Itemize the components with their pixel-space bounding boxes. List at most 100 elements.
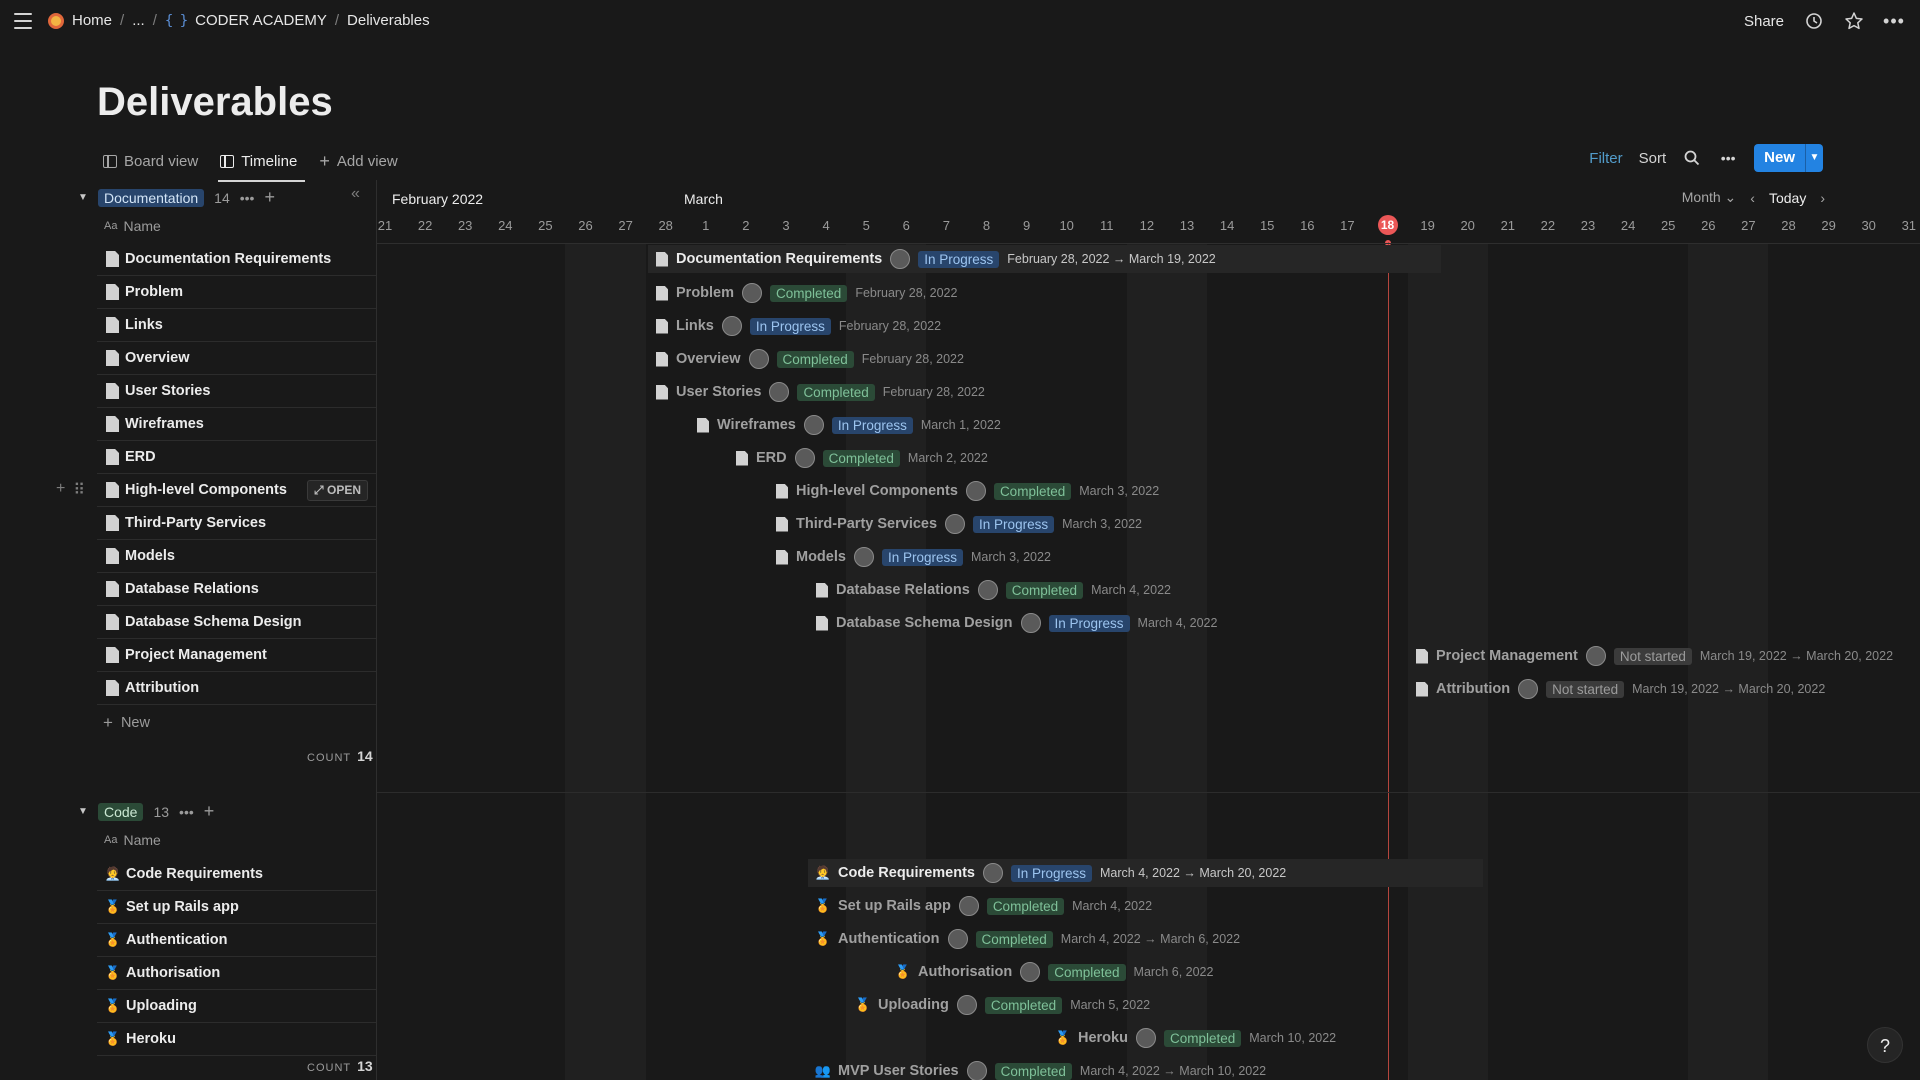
bar-label: Database Relations bbox=[836, 582, 970, 598]
timeline-bar[interactable]: Database Schema Design In Progress March 4… bbox=[808, 609, 1217, 637]
timeline-bar[interactable]: 🏅 Authorisation Completed March 6, 2022 bbox=[888, 958, 1213, 986]
timeline-bar[interactable]: 🏅 Authentication Completed March 4, 2022 → … bbox=[808, 925, 1240, 953]
breadcrumb-current[interactable]: Deliverables bbox=[347, 12, 430, 29]
breadcrumb-ellipsis[interactable]: ... bbox=[132, 12, 145, 29]
day-label: 26 bbox=[1701, 218, 1716, 233]
timeline-bar[interactable]: 🏅 Set up Rails app Completed March 4, 2022 bbox=[808, 892, 1152, 920]
collapse-triangle-icon[interactable]: ▼ bbox=[78, 806, 88, 817]
timeline-bar[interactable]: Third-Party Services In Progress March 3, … bbox=[768, 510, 1142, 538]
status-badge: Completed bbox=[776, 350, 854, 368]
list-item[interactable]: High-level Components ⤢ OPEN bbox=[97, 474, 376, 507]
list-item[interactable]: Documentation Requirements bbox=[97, 243, 376, 276]
more-options-icon[interactable]: ••• bbox=[1883, 11, 1904, 31]
plus-icon: + bbox=[319, 150, 330, 171]
tab-board-view[interactable]: Board view bbox=[103, 146, 198, 176]
timeline-bar[interactable]: Documentation Requirements In Progress Feb… bbox=[648, 245, 1441, 273]
list-item[interactable]: Project Management bbox=[97, 639, 376, 672]
day-label: 23 bbox=[1580, 218, 1596, 233]
group-more-icon[interactable]: ••• bbox=[240, 190, 255, 206]
timeline-bar[interactable]: 🏅 Uploading Completed March 5, 2022 bbox=[848, 991, 1150, 1019]
timeline-bar[interactable]: Models In Progress March 3, 2022 bbox=[768, 543, 1051, 571]
list-item[interactable]: Attribution bbox=[97, 672, 376, 705]
avatar bbox=[890, 249, 911, 269]
share-button[interactable]: Share bbox=[1744, 13, 1784, 30]
timeline-bar[interactable]: 🏅 Heroku Completed March 10, 2022 bbox=[1048, 1024, 1336, 1052]
list-item[interactable]: Database Schema Design bbox=[97, 606, 376, 639]
timeline-header-divider bbox=[377, 243, 1920, 244]
timeline-bar[interactable]: User Stories Completed February 28, 2022 bbox=[648, 378, 985, 406]
list-item[interactable]: Models bbox=[97, 540, 376, 573]
list-item[interactable]: Wireframes bbox=[97, 408, 376, 441]
list-item[interactable]: Overview bbox=[97, 342, 376, 375]
add-view-button[interactable]: + Add view bbox=[319, 146, 397, 176]
list-item[interactable]: 🏅 Heroku bbox=[97, 1023, 376, 1056]
list-item[interactable]: 🏅 Uploading bbox=[97, 990, 376, 1023]
timeline-bar[interactable]: Wireframes In Progress March 1, 2022 bbox=[689, 411, 1001, 439]
group-more-icon[interactable]: ••• bbox=[179, 804, 194, 820]
list-item-label: High-level Components bbox=[125, 482, 287, 498]
drag-handle-icon[interactable]: ⠿ bbox=[73, 480, 85, 500]
group-add-icon[interactable]: + bbox=[264, 187, 275, 208]
list-item[interactable]: ERD bbox=[97, 441, 376, 474]
tab-timeline[interactable]: Timeline bbox=[218, 146, 306, 182]
add-row-icon[interactable]: + bbox=[56, 480, 65, 500]
help-button[interactable]: ? bbox=[1867, 1027, 1903, 1063]
search-icon[interactable] bbox=[1682, 148, 1702, 168]
timeline-bar[interactable]: Project Management Not started March 19, 2… bbox=[1408, 642, 1893, 670]
day-label: 4 bbox=[822, 218, 830, 233]
open-button[interactable]: ⤢ OPEN bbox=[307, 479, 368, 501]
list-item[interactable]: Third-Party Services bbox=[97, 507, 376, 540]
list-item[interactable]: Database Relations bbox=[97, 573, 376, 606]
avatar bbox=[1020, 613, 1041, 633]
collapse-panel-icon[interactable]: « bbox=[351, 185, 360, 203]
day-label: 20 bbox=[1460, 218, 1475, 233]
timeline-bar[interactable]: Problem Completed February 28, 2022 bbox=[648, 279, 957, 307]
timeline-bar[interactable]: High-level Components Completed March 3, 2… bbox=[768, 477, 1159, 505]
list-item[interactable]: 🏅 Authorisation bbox=[97, 957, 376, 990]
avatar bbox=[945, 514, 966, 534]
add-new-row-button[interactable]: + New bbox=[103, 713, 150, 733]
sort-button[interactable]: Sort bbox=[1639, 150, 1667, 167]
month-label-february: February 2022 bbox=[392, 191, 484, 207]
group-add-icon[interactable]: + bbox=[204, 801, 215, 822]
page-title: Deliverables bbox=[97, 80, 333, 124]
breadcrumb-home[interactable]: Home bbox=[72, 12, 112, 29]
timeline-bar[interactable]: Database Relations Completed March 4, 2022 bbox=[808, 576, 1171, 604]
bar-label: MVP User Stories bbox=[838, 1063, 959, 1079]
bar-label: Database Schema Design bbox=[836, 615, 1013, 631]
sidebar-menu-icon[interactable] bbox=[14, 13, 32, 29]
timeline-bar[interactable]: ERD Completed March 2, 2022 bbox=[728, 444, 988, 472]
scale-select[interactable]: Month ⌄ bbox=[1682, 189, 1737, 206]
new-button[interactable]: New ▼ bbox=[1754, 144, 1823, 172]
list-item[interactable]: 🏅 Authentication bbox=[97, 924, 376, 957]
avatar bbox=[958, 896, 979, 916]
list-item-label: Authorisation bbox=[126, 965, 221, 981]
filter-button[interactable]: Filter bbox=[1589, 150, 1622, 167]
collapse-triangle-icon[interactable]: ▼ bbox=[78, 192, 88, 203]
list-item[interactable]: 🧑‍💼 Code Requirements bbox=[97, 858, 376, 891]
timeline-bar[interactable]: 🧑‍💼 Code Requirements In Progress March 4, … bbox=[808, 859, 1483, 887]
list-item[interactable]: User Stories bbox=[97, 375, 376, 408]
list-item[interactable]: Links bbox=[97, 309, 376, 342]
view-more-icon[interactable]: ••• bbox=[1718, 148, 1738, 168]
today-button[interactable]: Today bbox=[1769, 190, 1806, 206]
chevron-down-icon[interactable]: ▼ bbox=[1805, 144, 1823, 172]
breadcrumb-workspace[interactable]: CODER ACADEMY bbox=[195, 12, 327, 29]
list-item[interactable]: 🏅 Set up Rails app bbox=[97, 891, 376, 924]
timeline-bar[interactable]: 👥 MVP User Stories Completed March 4, 2022 … bbox=[808, 1057, 1266, 1080]
day-label: 6 bbox=[902, 218, 910, 233]
bar-date: March 3, 2022 bbox=[1062, 517, 1142, 531]
day-label: 30 bbox=[1861, 218, 1876, 233]
list-item-label: Uploading bbox=[126, 998, 197, 1014]
history-clock-icon[interactable] bbox=[1804, 11, 1824, 31]
new-button-label[interactable]: New bbox=[1754, 144, 1805, 172]
item-icon: 🏅 bbox=[1054, 1030, 1072, 1045]
favorite-star-icon[interactable] bbox=[1844, 11, 1864, 31]
timeline-bar[interactable]: Overview Completed February 28, 2022 bbox=[648, 345, 964, 373]
list-item[interactable]: Problem bbox=[97, 276, 376, 309]
chevron-left-icon[interactable]: ‹ bbox=[1750, 190, 1755, 206]
status-badge: Completed bbox=[822, 449, 900, 467]
timeline-bar[interactable]: Attribution Not started March 19, 2022 → M… bbox=[1408, 675, 1825, 703]
chevron-right-icon[interactable]: › bbox=[1820, 190, 1825, 206]
timeline-bar[interactable]: Links In Progress February 28, 2022 bbox=[648, 312, 941, 340]
